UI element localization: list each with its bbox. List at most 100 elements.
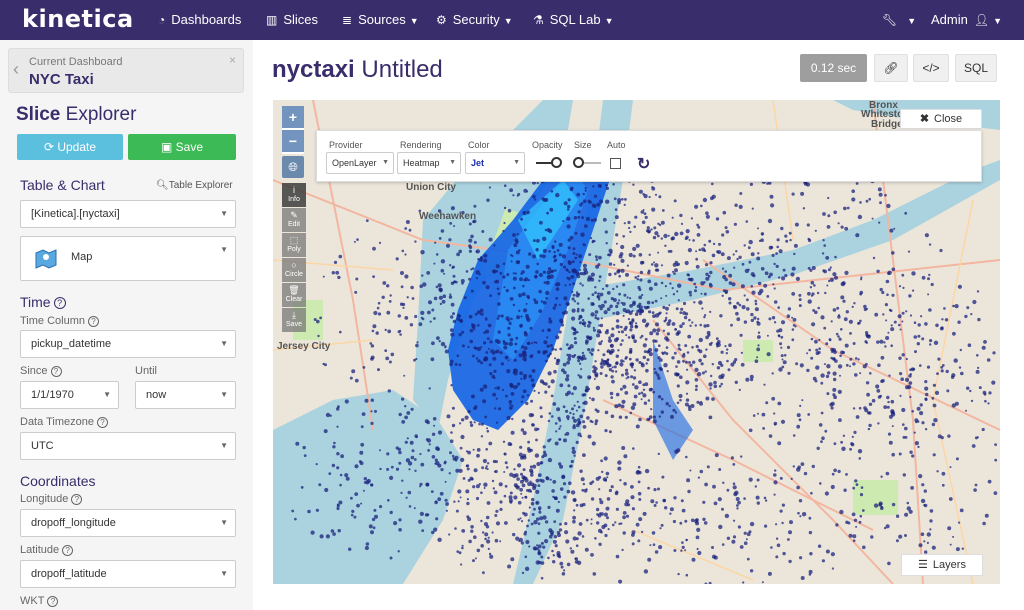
wkt-label: WKT? [20,595,59,607]
latitude-select[interactable]: dropoff_latitude ▼ [20,560,236,588]
zoom-in-button[interactable]: + [282,106,304,128]
help-icon[interactable]: ? [47,595,59,607]
top-navbar: kinetica ◔ Dashboards ▥ Slices ≣ Sources ▼ ⚙… [0,0,1024,40]
help-icon[interactable]: ? [53,297,66,310]
help-icon[interactable]: ? [88,315,99,327]
table-select-value: [Kinetica].[nyctaxi] [31,208,120,220]
nav-dashboards[interactable]: ◔ Dashboards [158,0,241,40]
since-label: Since? [20,365,62,377]
nav-admin[interactable]: Admin 👤︎ ▼ [931,0,1002,40]
save-label: Save [175,140,204,154]
page-title[interactable]: nyctaxi Untitled [272,56,443,84]
color-select[interactable]: Jet ▼ [465,152,525,174]
latitude-value: dropoff_latitude [31,568,107,580]
nav-tools[interactable]: 🔧︎ ▼ [882,0,916,40]
table-explorer-link[interactable]: 🔍︎Table Explorer [156,180,233,191]
chevron-down-icon: ▼ [513,159,520,166]
help-icon[interactable]: ? [50,365,62,377]
chevron-down-icon: ▼ [220,209,228,218]
code-icon: </> [922,61,940,75]
tool-info[interactable]: i Info [282,183,306,207]
chevron-down-icon: ▼ [220,339,228,348]
dashboard-icon: ◔ [158,13,166,27]
size-slider-handle[interactable] [573,157,584,168]
nav-sources[interactable]: ≣ Sources ▼ [342,0,419,40]
coordinates-heading: Coordinates [20,473,96,489]
longitude-select[interactable]: dropoff_longitude ▼ [20,509,236,537]
brand-logo[interactable]: kinetica [22,5,134,33]
color-label: Color [468,140,490,150]
until-select[interactable]: now ▼ [135,381,236,409]
nav-security[interactable]: ⚙ Security ▼ [436,0,513,40]
layers-label: Layers [932,559,966,571]
trash-icon: 🗑︎ [288,285,300,295]
timezone-select[interactable]: UTC ▼ [20,432,236,460]
floppy-icon: ▣ [160,140,176,154]
tool-circle[interactable]: ○ Circle [282,258,306,282]
chevron-down-icon: ▼ [220,390,228,399]
pencil-icon: ✎ [290,210,298,220]
nav-sql-lab[interactable]: ⚗ SQL Lab ▼ [533,0,614,40]
until-label: Until [135,365,158,377]
tool-poly[interactable]: ⬚ Poly [282,233,306,257]
refresh-icon[interactable]: ↻ [637,154,650,174]
tool-info-label: Info [288,196,300,203]
slice-title-bold: Slice [16,104,61,125]
chevron-down-icon: ▼ [449,159,456,166]
close-icon[interactable]: × [229,53,236,67]
provider-select[interactable]: OpenLayer ▼ [326,152,394,174]
admin-label: Admin [931,12,968,27]
longitude-label: Longitude? [20,493,83,505]
rendering-label: Rendering [400,140,442,150]
nav-slices-label: Slices [283,12,319,27]
chevron-down-icon: ▼ [503,16,513,26]
page-title-table: nyctaxi [272,56,355,83]
opacity-label: Opacity [532,140,563,150]
help-icon[interactable]: ? [71,493,83,505]
since-select[interactable]: 1/1/1970 ▼ [20,381,119,409]
chevron-down-icon: ▼ [220,518,228,527]
auto-checkbox[interactable] [610,158,621,169]
info-icon: i [293,185,295,195]
chevron-down-icon: ▼ [220,569,228,578]
provider-value: OpenLayer [332,158,377,168]
close-button[interactable]: ✖ Close [900,109,982,129]
tool-edit[interactable]: ✎ Edit [282,208,306,232]
current-dashboard-label: Current Dashboard [29,56,123,68]
help-icon[interactable]: ? [96,416,108,428]
zoom-controls: + − [282,106,304,154]
zoom-out-button[interactable]: − [282,130,304,152]
chevron-down-icon: ▼ [907,16,917,26]
update-label: Update [57,140,97,154]
tool-save[interactable]: ⤓ Save [282,308,306,332]
chart-type-select[interactable]: Map ▼ [20,236,236,281]
tool-clear[interactable]: 🗑︎ Clear [282,283,306,307]
chevron-down-icon: ▼ [604,16,614,26]
nav-dashboards-label: Dashboards [171,12,242,27]
nav-slices[interactable]: ▥ Slices [266,0,318,40]
table-select[interactable]: [Kinetica].[nyctaxi] ▼ [20,200,236,228]
help-icon[interactable]: ? [62,544,74,556]
opacity-slider-handle[interactable] [551,157,562,168]
layers-button[interactable]: ☰ Layers [901,554,983,576]
time-heading-label: Time [20,294,51,310]
save-button[interactable]: ▣ Save [128,134,236,160]
embed-button[interactable]: </> [913,54,949,82]
since-value: 1/1/1970 [31,389,74,401]
chevron-down-icon: ▼ [220,441,228,450]
update-button[interactable]: ⟳ Update [17,134,123,160]
bar-chart-icon: ▥ [266,13,278,27]
sql-button[interactable]: SQL [955,54,997,82]
label-jersey-city: Jersey City [277,341,331,352]
rendering-select[interactable]: Heatmap ▼ [397,152,461,174]
database-icon: ≣ [342,13,353,27]
current-dashboard[interactable]: ‹ Current Dashboard NYC Taxi × [8,48,244,93]
link-button[interactable]: 🔗︎ [874,54,908,82]
longitude-label-text: Longitude [20,493,69,505]
chevron-left-icon[interactable]: ‹ [13,59,19,80]
search-icon: 🔍︎ [156,180,169,191]
globe-button[interactable]: 🌐︎ [282,156,304,178]
time-column-select[interactable]: pickup_datetime ▼ [20,330,236,358]
tool-poly-label: Poly [287,246,301,253]
time-column-value: pickup_datetime [31,338,112,350]
